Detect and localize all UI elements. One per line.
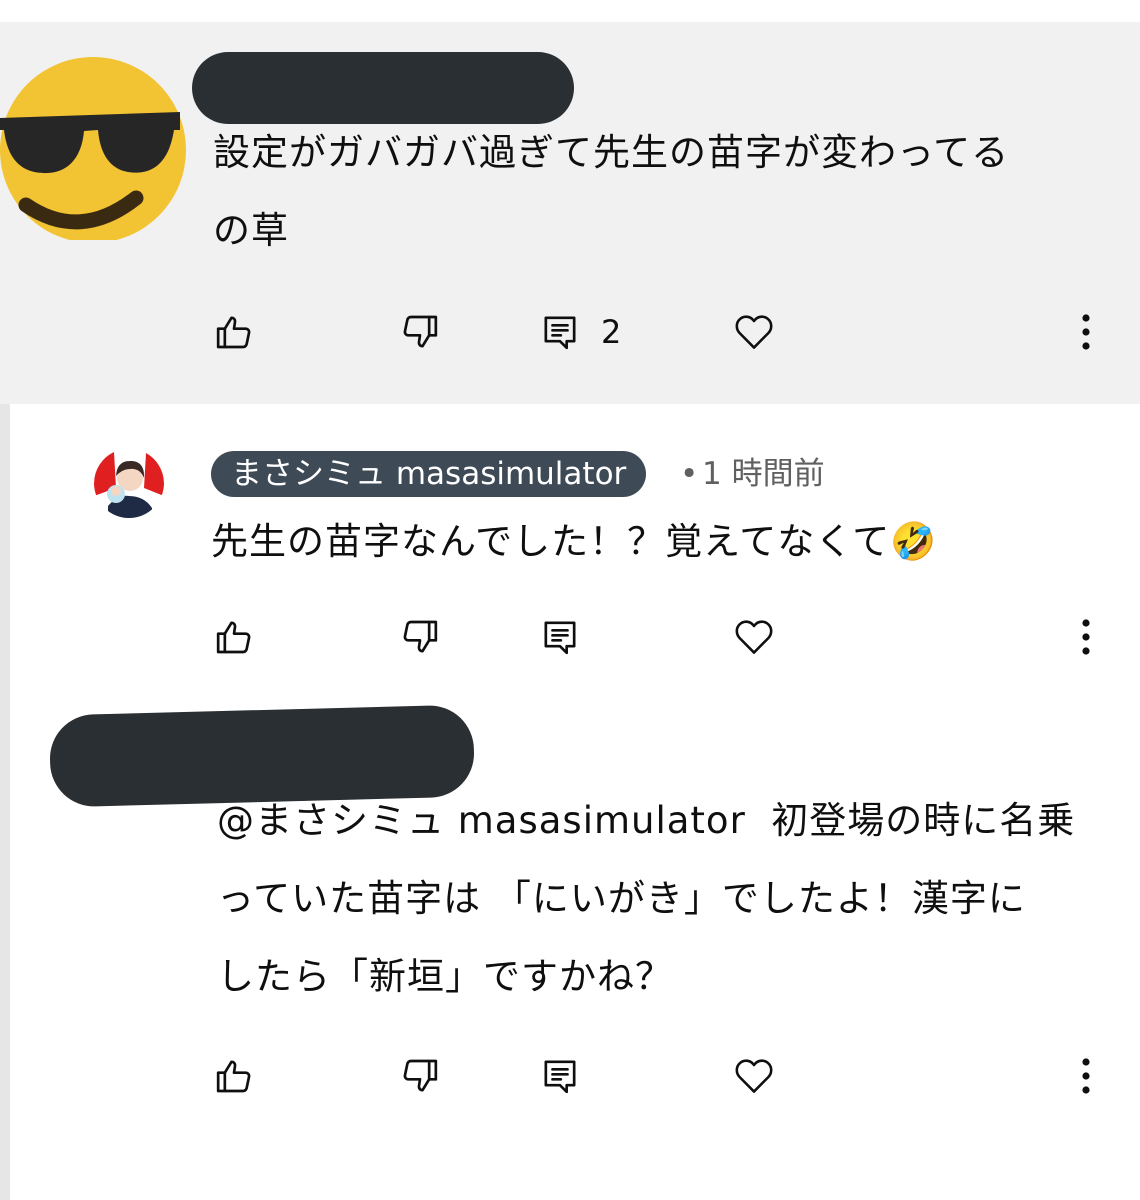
comment-text: 先生の苗字なんでした！？覚えてなくて🤣	[211, 520, 938, 563]
thumbs-down-icon	[403, 315, 438, 348]
comment-actions	[0, 1046, 1140, 1106]
heart-icon	[735, 620, 773, 654]
heart-button[interactable]	[724, 302, 784, 362]
reply-icon	[544, 1060, 576, 1094]
reply-icon	[544, 621, 576, 655]
comment-text-line-3: したら「新垣」ですかね？	[217, 955, 673, 998]
dislike-button[interactable]	[390, 1046, 450, 1106]
dislike-button[interactable]	[390, 302, 450, 362]
more-vertical-icon	[1082, 314, 1090, 350]
comment-timestamp: 1 時間前	[702, 456, 825, 492]
meta-separator: •	[680, 456, 699, 492]
thumbs-up-icon	[216, 1060, 251, 1093]
more-options-button[interactable]	[1056, 1046, 1116, 1106]
reply-button[interactable]	[530, 607, 590, 667]
more-vertical-icon	[1082, 1058, 1090, 1094]
channel-avatar-icon[interactable]	[94, 448, 164, 518]
dislike-button[interactable]	[390, 607, 450, 667]
like-button[interactable]	[204, 1046, 264, 1106]
heart-button[interactable]	[724, 1046, 784, 1106]
thumbs-up-icon	[216, 621, 251, 654]
comment-text-line-2: っていた苗字は 「にいがき」でしたよ！漢字に	[217, 877, 1026, 920]
comment-text-line-2: の草	[213, 209, 289, 252]
thumbs-up-icon	[216, 316, 251, 349]
thumbs-down-icon	[403, 620, 438, 653]
heart-button[interactable]	[724, 607, 784, 667]
comment-text-line-1: 設定がガバガバ過ぎて先生の苗字が変わってる	[213, 131, 1010, 174]
comment-actions: 2	[0, 302, 1140, 362]
top-band	[0, 0, 1140, 22]
reply-button[interactable]	[530, 302, 590, 362]
heart-icon	[735, 1059, 773, 1093]
more-options-button[interactable]	[1056, 607, 1116, 667]
reply-button[interactable]	[530, 1046, 590, 1106]
sunglasses-emoji-icon[interactable]	[0, 30, 188, 240]
comment-actions	[0, 607, 1140, 667]
more-options-button[interactable]	[1056, 302, 1116, 362]
channel-owner-badge[interactable]: まさシミュ masasimulator	[211, 451, 647, 497]
reply-count[interactable]: 2	[601, 302, 621, 362]
thumbs-down-icon	[403, 1059, 438, 1092]
comment-text-line-1: @まさシミュ masasimulator 初登場の時に名乗	[217, 799, 1076, 842]
heart-icon	[735, 315, 773, 349]
more-vertical-icon	[1082, 619, 1090, 655]
like-button[interactable]	[204, 302, 264, 362]
reply-icon	[544, 316, 576, 350]
like-button[interactable]	[204, 607, 264, 667]
